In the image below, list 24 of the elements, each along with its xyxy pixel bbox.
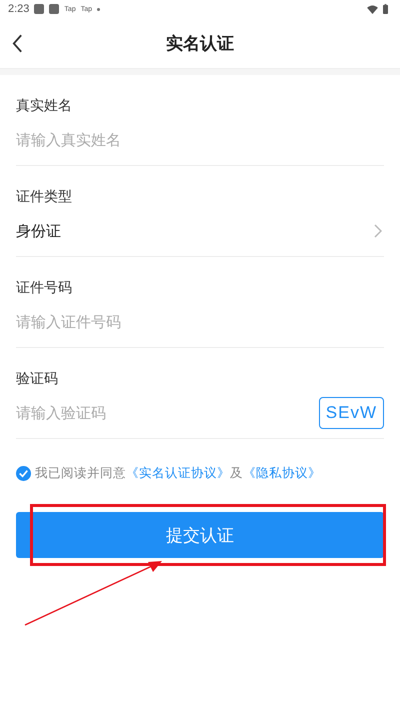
agreement-text: 及 <box>230 465 243 482</box>
dot-icon <box>97 8 100 10</box>
battery-icon <box>383 4 388 14</box>
status-time: 2:23 <box>8 3 30 15</box>
privacy-link[interactable]: 《隐私协议》 <box>243 465 321 482</box>
field-label: 验证码 <box>16 370 59 388</box>
back-icon[interactable] <box>12 34 23 52</box>
agreement-text: 我已阅读并同意 <box>35 465 126 482</box>
captcha-image[interactable]: SEvW <box>318 397 384 429</box>
field-label: 证件号码 <box>16 279 73 297</box>
wifi-icon <box>367 4 378 14</box>
chevron-icon[interactable] <box>374 224 382 238</box>
agreement-link[interactable]: 《实名认证协议》 <box>126 465 230 482</box>
input-field[interactable]: 请输入验证码 <box>16 404 319 422</box>
field-label: 证件类型 <box>16 188 73 206</box>
field-label: 真实姓名 <box>16 97 73 115</box>
submit-button[interactable]: 提交认证 <box>16 512 384 558</box>
notification-icon <box>49 4 60 14</box>
input-field[interactable]: 请输入真实姓名 <box>16 131 384 149</box>
input-field[interactable]: 请输入证件号码 <box>16 313 384 331</box>
notification-icon <box>34 4 44 14</box>
page-title: 实名认证 <box>166 32 234 54</box>
select-value[interactable]: 身份证 <box>16 222 374 240</box>
checkbox[interactable] <box>16 466 31 481</box>
